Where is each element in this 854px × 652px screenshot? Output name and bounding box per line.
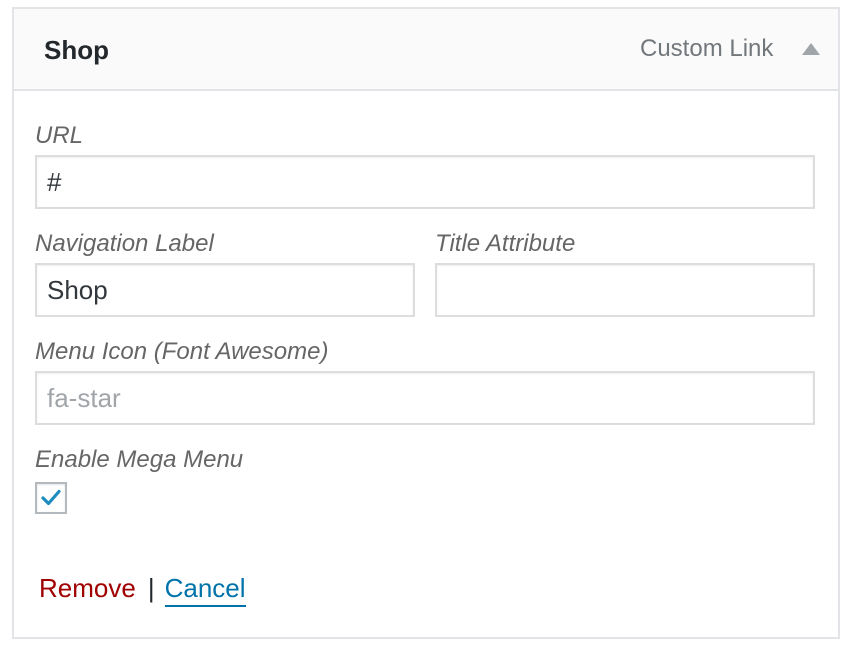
arrow-up-icon[interactable] bbox=[800, 41, 822, 59]
menu-icon-input[interactable] bbox=[35, 371, 815, 425]
url-label: URL bbox=[35, 122, 84, 149]
menu-item-type: Custom Link bbox=[640, 35, 774, 62]
cancel-link[interactable]: Cancel bbox=[164, 573, 246, 607]
mega-menu-checkbox[interactable] bbox=[35, 482, 67, 514]
title-attribute-label: Title Attribute bbox=[435, 230, 576, 257]
action-separator: | bbox=[147, 573, 155, 603]
menu-item-settings-panel: Shop Custom Link URL Navigation Label Ti… bbox=[12, 7, 840, 639]
menu-icon-label: Menu Icon (Font Awesome) bbox=[35, 338, 329, 365]
url-input[interactable] bbox=[35, 155, 815, 209]
menu-item-header[interactable]: Shop Custom Link bbox=[14, 9, 838, 91]
navigation-label-input[interactable] bbox=[35, 263, 415, 317]
item-actions: Remove | Cancel bbox=[39, 571, 246, 607]
checkmark-icon bbox=[41, 489, 61, 506]
navigation-label-label: Navigation Label bbox=[35, 230, 214, 257]
mega-menu-label: Enable Mega Menu bbox=[35, 446, 244, 473]
title-attribute-input[interactable] bbox=[435, 263, 815, 317]
menu-item-title: Shop bbox=[44, 35, 109, 65]
remove-link[interactable]: Remove bbox=[39, 573, 136, 603]
